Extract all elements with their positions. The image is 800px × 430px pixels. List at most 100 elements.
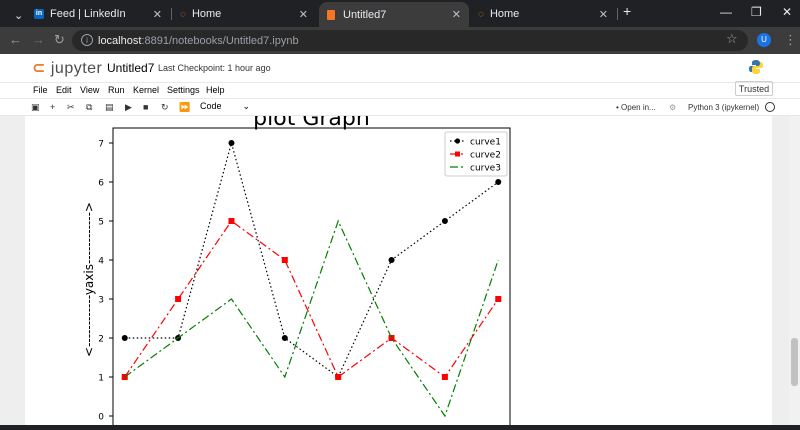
linkedin-icon: in [34,9,44,19]
kernel-name[interactable]: Python 3 (ipykernel) [688,103,759,112]
data-point-curve2 [175,296,182,302]
restart-run-all-icon[interactable]: ⏩ [179,102,190,113]
y-tick-label: 0 [98,413,104,423]
chevron-down-icon: ⌄ [14,9,24,22]
jupyter-logo-icon: ⊂ [32,60,46,77]
data-point-curve1 [281,335,288,341]
data-point-curve2 [335,374,342,380]
notebook-icon [327,9,335,20]
tab-linkedin[interactable]: in Feed | LinkedIn ✕ [26,3,170,25]
menu-file[interactable]: File [33,85,48,95]
tab-home-2[interactable]: ◌ Home ✕ [470,3,616,25]
data-point-curve1 [121,335,128,341]
jupyter-logo[interactable]: ⊂ jupyter [32,58,102,78]
browser-menu-icon[interactable]: ⋮ [784,32,797,48]
url-path: :8891/notebooks/Untitled7.ipynb [141,34,299,47]
data-point-curve2 [281,257,288,263]
y-tick-label: 5 [98,218,104,228]
cell-type-select[interactable]: Code ⌄ [200,101,252,114]
menu-edit[interactable]: Edit [56,85,72,95]
y-tick-label: 7 [98,140,104,150]
close-icon[interactable]: ✕ [299,8,308,21]
notebook-toolbar: ▣ + ✂ ⧉ ▤ ▶ ■ ↻ ⏩ Code ⌄ • Open in... ⚙ P… [0,98,800,116]
minimize-button[interactable]: — [720,5,732,19]
vertical-scrollbar[interactable] [789,116,800,425]
close-icon[interactable]: ✕ [599,8,608,21]
legend-label-curve2: curve2 [470,151,501,161]
data-point-curve1 [228,140,235,146]
stop-icon[interactable]: ■ [143,102,148,112]
close-icon[interactable]: ✕ [153,8,162,21]
back-icon[interactable]: ← [9,32,22,47]
settings-gear-icon[interactable]: ⚙ [669,103,676,112]
forward-icon[interactable]: → [32,32,45,47]
legend-marker-curve1 [454,138,461,144]
series-line-curve3 [124,219,499,418]
tab-home-1[interactable]: ◌ Home ✕ [172,3,316,25]
notebook-header: ⊂ jupyter Untitled7 Last Checkpoint: 1 h… [0,54,800,82]
address-bar[interactable]: i localhost:8891/notebooks/Untitled7.ipy… [72,30,748,51]
data-point-curve1 [495,179,502,185]
save-icon[interactable]: ▣ [31,102,40,113]
output-cell: plot Graph 0 1 2 3 4 5 6 7 <------------yaxis----… [25,106,772,430]
menu-run[interactable]: Run [108,85,125,95]
jupyter-page: ⊂ jupyter Untitled7 Last Checkpoint: 1 h… [0,54,800,430]
notebook-menubar: File Edit View Run Kernel Settings Help [0,82,800,98]
python-logo-icon [749,60,763,74]
jupyter-icon: ◌ [478,8,484,20]
paste-icon[interactable]: ▤ [105,102,114,113]
open-in-button[interactable]: • Open in... [616,103,656,112]
data-point-curve1 [441,218,448,224]
restart-icon[interactable]: ↻ [161,102,169,113]
y-tick-label: 2 [98,335,104,345]
notebook-area: plot Graph 0 1 2 3 4 5 6 7 <------------yaxis----… [0,106,800,430]
y-tick-label: 1 [98,374,104,384]
tab-search-button[interactable]: ⌄ [6,4,26,26]
menu-kernel[interactable]: Kernel [133,85,159,95]
chart-title: plot Graph [253,116,370,131]
new-tab-button[interactable]: + [623,3,631,19]
chevron-down-icon: ⌄ [242,101,250,111]
tab-separator [617,8,618,20]
tab-title: Feed | LinkedIn [50,8,126,20]
browser-toolbar: ← → ↻ i localhost:8891/notebooks/Untitle… [0,27,800,54]
browser-tab-strip: ⌄ in Feed | LinkedIn ✕ ◌ Home ✕ Untitled… [0,0,800,27]
data-point-curve1 [388,257,395,263]
close-window-button[interactable]: ✕ [782,5,792,19]
cell-type-value: Code [200,101,222,111]
data-point-curve2 [228,218,235,224]
insert-cell-icon[interactable]: + [50,102,55,112]
site-info-icon[interactable]: i [81,34,93,46]
y-axis-label: <------------yaxis------------> [82,202,96,357]
kernel-status-icon [765,102,775,112]
y-tick-label: 6 [98,179,104,189]
legend-label-curve3: curve3 [470,164,501,174]
copy-icon[interactable]: ⧉ [86,102,92,113]
tab-title: Home [191,8,222,20]
checkpoint-status: Last Checkpoint: 1 hour ago [158,63,271,73]
legend-marker-curve2 [455,151,460,157]
trusted-badge[interactable]: Trusted [735,81,773,96]
legend-label-curve1: curve1 [470,138,501,148]
tab-title: Home [489,8,520,20]
jupyter-icon: ◌ [180,8,186,20]
series-line-curve1 [124,140,499,378]
data-point-curve2 [495,296,502,302]
profile-avatar[interactable]: U [757,33,771,47]
notebook-name[interactable]: Untitled7 [107,61,154,75]
restore-button[interactable]: ❐ [751,5,762,19]
bookmark-star-icon[interactable]: ☆ [726,31,738,47]
reload-icon[interactable]: ↻ [54,32,65,48]
data-point-curve2 [441,374,448,380]
y-tick-label: 3 [98,296,104,306]
url-host: localhost [98,34,142,47]
logo-text: jupyter [50,60,103,77]
menu-view[interactable]: View [80,85,99,95]
close-icon[interactable]: ✕ [452,8,461,21]
scrollbar-thumb[interactable] [791,338,798,386]
run-icon[interactable]: ▶ [125,102,132,113]
menu-settings[interactable]: Settings [167,85,200,95]
menu-help[interactable]: Help [206,85,225,95]
tab-untitled7[interactable]: Untitled7 ✕ [319,2,469,27]
cut-icon[interactable]: ✂ [67,102,75,113]
